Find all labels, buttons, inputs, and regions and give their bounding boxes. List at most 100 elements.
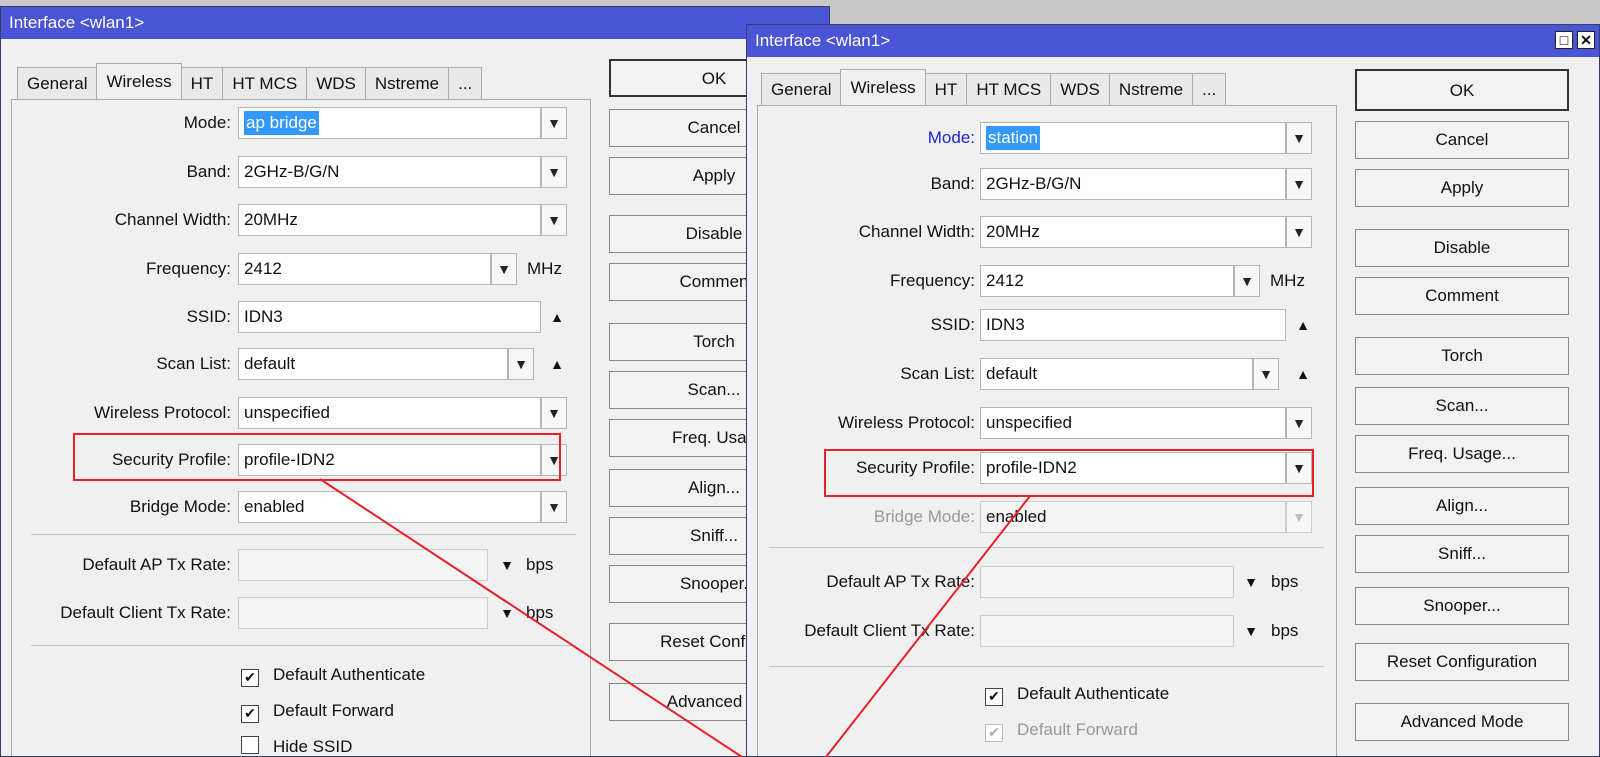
ap-tx-rate-unit: bps bbox=[526, 555, 554, 574]
scan-button[interactable]: Scan... bbox=[1355, 387, 1569, 425]
dropdown-arrow-icon[interactable]: ▼ bbox=[1253, 358, 1279, 390]
collapse-up-icon[interactable]: ▲ bbox=[545, 348, 569, 380]
security-profile-select[interactable]: profile-IDN2 bbox=[238, 444, 541, 476]
disable-button[interactable]: Disable bbox=[1355, 229, 1569, 267]
ap-tx-rate-input[interactable] bbox=[980, 566, 1234, 598]
freq-usage-button[interactable]: Freq. Usage... bbox=[1355, 435, 1569, 473]
wireless-protocol-label: Wireless Protocol: bbox=[94, 403, 231, 422]
default-authenticate-checkbox[interactable]: ✔ Default Authenticate bbox=[241, 662, 425, 688]
ap-tx-rate-unit: bps bbox=[1271, 572, 1299, 591]
tab-nstreme[interactable]: Nstreme bbox=[1108, 73, 1194, 107]
tab-wds[interactable]: WDS bbox=[1050, 73, 1110, 107]
tab-more[interactable]: ... bbox=[1192, 73, 1227, 107]
maximize-icon[interactable]: □ bbox=[1555, 31, 1573, 49]
dropdown-arrow-icon[interactable]: ▼ bbox=[1234, 265, 1260, 297]
bridge-mode-select[interactable]: enabled bbox=[238, 491, 541, 523]
ssid-label: SSID: bbox=[186, 307, 231, 326]
expand-down-icon[interactable]: ▼ bbox=[495, 549, 519, 581]
dropdown-arrow-icon[interactable]: ▼ bbox=[1286, 216, 1312, 248]
default-authenticate-label: Default Authenticate bbox=[1017, 684, 1170, 703]
default-authenticate-checkbox[interactable]: ✔ Default Authenticate bbox=[985, 681, 1169, 707]
torch-button[interactable]: Torch bbox=[1355, 337, 1569, 375]
tab-wireless[interactable]: Wireless bbox=[840, 69, 926, 108]
checkmark-icon: ✔ bbox=[241, 669, 259, 687]
right-window-title: Interface <wlan1> bbox=[755, 31, 891, 50]
dropdown-arrow-icon[interactable]: ▼ bbox=[491, 253, 517, 285]
ap-tx-rate-input[interactable] bbox=[238, 549, 488, 581]
align-button[interactable]: Align... bbox=[1355, 487, 1569, 525]
default-forward-checkbox[interactable]: ✔ Default Forward bbox=[241, 698, 394, 724]
dropdown-arrow-icon[interactable]: ▼ bbox=[541, 204, 567, 236]
tab-ht[interactable]: HT bbox=[180, 67, 224, 101]
tab-ht-mcs[interactable]: HT MCS bbox=[222, 67, 308, 101]
dropdown-arrow-icon[interactable]: ▼ bbox=[541, 491, 567, 523]
wireless-protocol-select[interactable]: unspecified bbox=[238, 397, 541, 429]
cancel-button[interactable]: Cancel bbox=[1355, 121, 1569, 159]
sniff-button[interactable]: Sniff... bbox=[1355, 535, 1569, 573]
collapse-up-icon[interactable]: ▲ bbox=[1291, 309, 1315, 341]
channel-width-select[interactable]: 20MHz bbox=[980, 216, 1286, 248]
dropdown-arrow-icon[interactable]: ▼ bbox=[1286, 122, 1312, 154]
ssid-input[interactable]: IDN3 bbox=[980, 309, 1286, 341]
band-select[interactable]: 2GHz-B/G/N bbox=[980, 168, 1286, 200]
channel-width-select[interactable]: 20MHz bbox=[238, 204, 541, 236]
expand-down-icon[interactable]: ▼ bbox=[1239, 615, 1263, 647]
wireless-protocol-select[interactable]: unspecified bbox=[980, 407, 1286, 439]
dropdown-arrow-icon[interactable]: ▼ bbox=[508, 348, 534, 380]
tab-nstreme[interactable]: Nstreme bbox=[364, 67, 450, 101]
frequency-select[interactable]: 2412 bbox=[238, 253, 491, 285]
reset-configuration-button[interactable]: Reset Configuration bbox=[1355, 643, 1569, 681]
dropdown-arrow-icon[interactable]: ▼ bbox=[1286, 501, 1312, 533]
security-profile-select[interactable]: profile-IDN2 bbox=[980, 452, 1286, 484]
scan-list-select[interactable]: default bbox=[980, 358, 1253, 390]
bridge-mode-select[interactable]: enabled bbox=[980, 501, 1286, 533]
expand-down-icon[interactable]: ▼ bbox=[495, 597, 519, 629]
dropdown-arrow-icon[interactable]: ▼ bbox=[1286, 407, 1312, 439]
dropdown-arrow-icon[interactable]: ▼ bbox=[1286, 452, 1312, 484]
tab-general[interactable]: General bbox=[761, 73, 842, 107]
comment-button[interactable]: Comment bbox=[1355, 277, 1569, 315]
dropdown-arrow-icon[interactable]: ▼ bbox=[541, 156, 567, 188]
client-tx-rate-input[interactable] bbox=[980, 615, 1234, 647]
advanced-mode-button[interactable]: Advanced Mode bbox=[1355, 703, 1569, 741]
collapse-up-icon[interactable]: ▲ bbox=[545, 301, 569, 333]
right-window-titlebar[interactable]: Interface <wlan1> □ ✕ bbox=[747, 25, 1599, 57]
ssid-label: SSID: bbox=[930, 315, 975, 334]
separator bbox=[769, 547, 1324, 548]
hide-ssid-checkbox[interactable]: Hide SSID bbox=[241, 734, 352, 756]
ok-button[interactable]: OK bbox=[1355, 69, 1569, 111]
dropdown-arrow-icon[interactable]: ▼ bbox=[541, 107, 567, 139]
default-forward-label: Default Forward bbox=[1017, 720, 1138, 739]
checkmark-icon: ✔ bbox=[985, 688, 1003, 706]
close-icon[interactable]: ✕ bbox=[1577, 31, 1595, 49]
expand-down-icon[interactable]: ▼ bbox=[1239, 566, 1263, 598]
mode-select[interactable]: station bbox=[980, 122, 1286, 154]
scan-list-label: Scan List: bbox=[156, 354, 231, 373]
collapse-up-icon[interactable]: ▲ bbox=[1291, 358, 1315, 390]
apply-button[interactable]: Apply bbox=[1355, 169, 1569, 207]
band-select[interactable]: 2GHz-B/G/N bbox=[238, 156, 541, 188]
checkmark-icon: ✔ bbox=[985, 724, 1003, 742]
frequency-label: Frequency: bbox=[889, 271, 975, 290]
tab-ht[interactable]: HT bbox=[924, 73, 968, 107]
snooper-button[interactable]: Snooper... bbox=[1355, 587, 1569, 625]
tab-more[interactable]: ... bbox=[448, 67, 483, 101]
tab-wireless[interactable]: Wireless bbox=[96, 63, 182, 102]
frequency-select[interactable]: 2412 bbox=[980, 265, 1234, 297]
tab-wds[interactable]: WDS bbox=[306, 67, 366, 101]
dropdown-arrow-icon[interactable]: ▼ bbox=[541, 444, 567, 476]
mode-label: Mode: bbox=[927, 128, 975, 147]
client-tx-rate-input[interactable] bbox=[238, 597, 488, 629]
separator bbox=[31, 534, 576, 535]
dropdown-arrow-icon[interactable]: ▼ bbox=[1286, 168, 1312, 200]
dropdown-arrow-icon[interactable]: ▼ bbox=[541, 397, 567, 429]
default-forward-checkbox[interactable]: ✔ Default Forward bbox=[985, 717, 1138, 743]
tab-general[interactable]: General bbox=[17, 67, 98, 101]
mode-select[interactable]: ap bridge bbox=[238, 107, 541, 139]
tab-ht-mcs[interactable]: HT MCS bbox=[966, 73, 1052, 107]
scan-list-select[interactable]: default bbox=[238, 348, 508, 380]
frequency-unit: MHz bbox=[1270, 271, 1305, 290]
separator bbox=[31, 645, 576, 646]
left-window-titlebar[interactable]: Interface <wlan1> bbox=[1, 7, 829, 39]
ssid-input[interactable]: IDN3 bbox=[238, 301, 541, 333]
